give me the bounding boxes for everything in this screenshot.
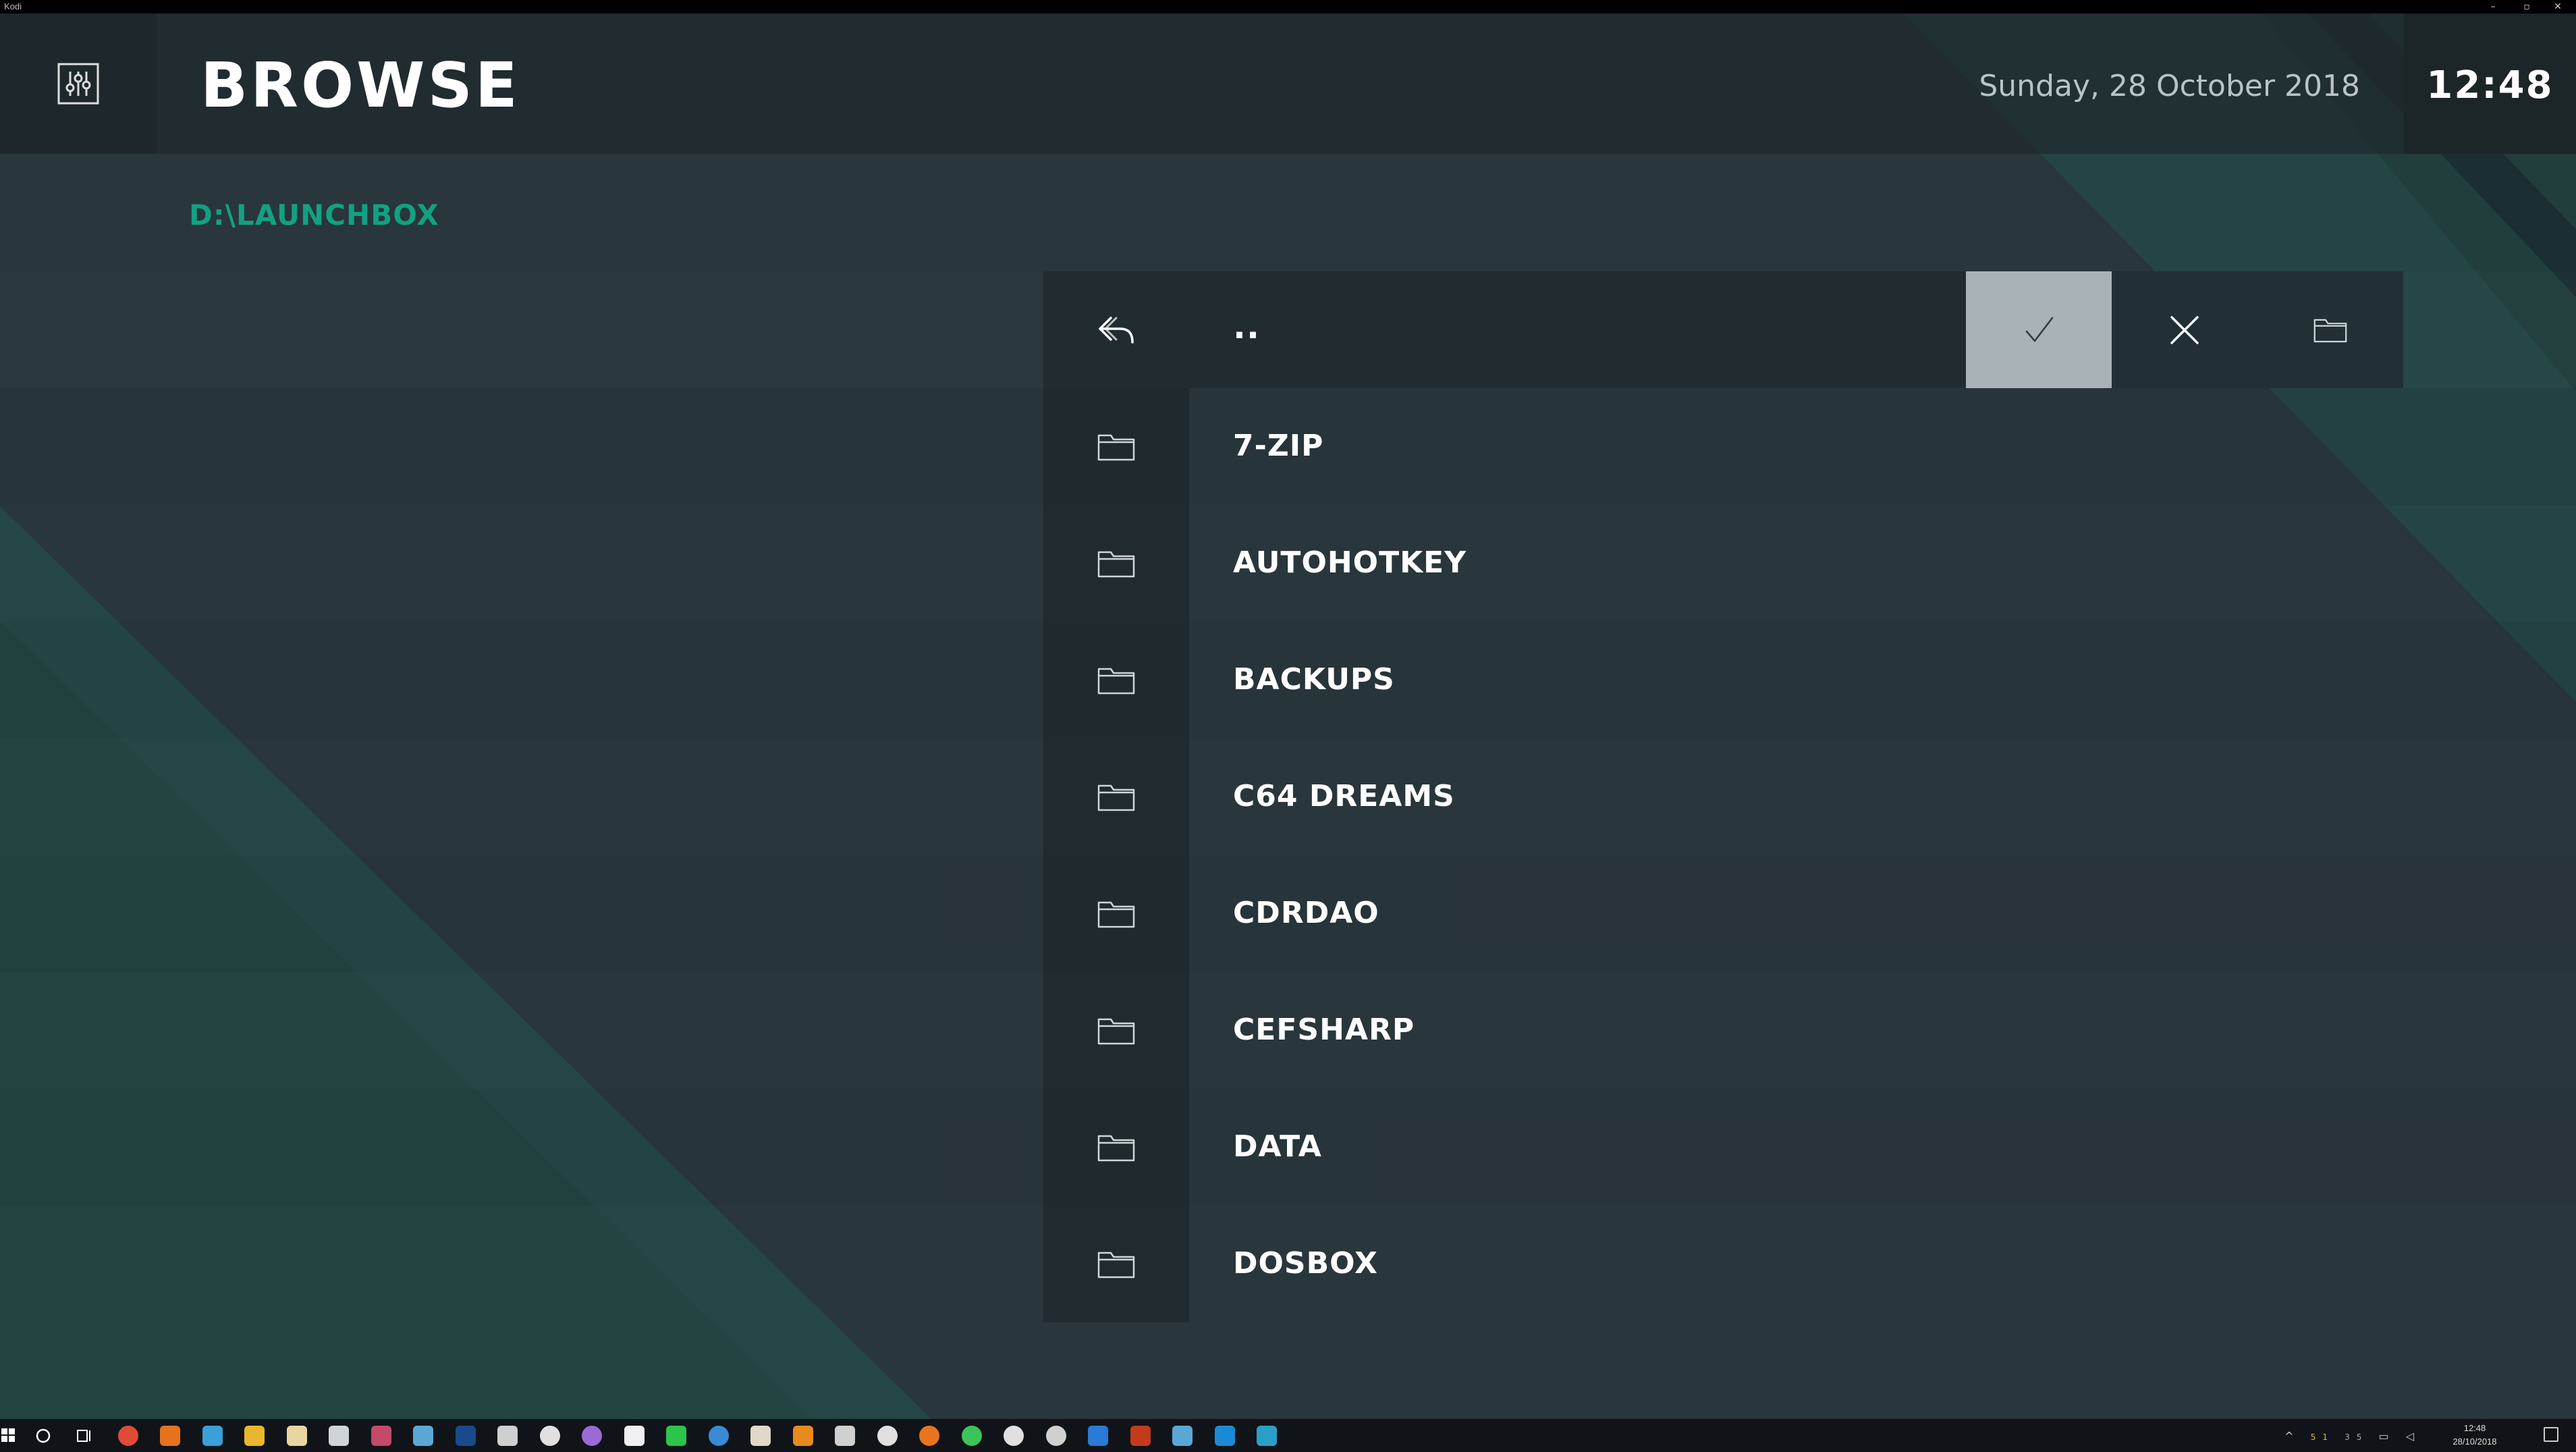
folder-row[interactable]: CDRDAO: [1043, 855, 2576, 972]
row-icon-cell: [1043, 505, 1189, 622]
folder-label: 7-ZIP: [1233, 429, 1324, 463]
app-icon[interactable]: [1004, 1426, 1024, 1446]
row-icon-cell: [1043, 972, 1189, 1089]
app-icon[interactable]: [456, 1426, 476, 1446]
taskbar: ^ 51 35 ▭ ◁ 12:48 28/10/2018: [0, 1419, 2576, 1452]
app-icon[interactable]: [793, 1426, 813, 1446]
row-icon-cell: [1043, 388, 1189, 505]
mail-icon[interactable]: [329, 1426, 349, 1446]
row-icon-cell: [1043, 1089, 1189, 1206]
folder-row[interactable]: CEFSHARP: [1043, 972, 2576, 1089]
steam-icon[interactable]: [1172, 1426, 1193, 1446]
folder-label: AUTOHOTKEY: [1233, 545, 1467, 580]
checkmark-icon: [2025, 317, 2054, 342]
folder-icon: [1097, 551, 1135, 577]
window-minimize-button[interactable]: –: [2477, 0, 2509, 14]
chevron-up-icon[interactable]: ^: [2284, 1430, 2300, 1443]
app-icon[interactable]: [371, 1426, 391, 1446]
row-icon-cell: [1043, 1206, 1189, 1322]
folder-row[interactable]: AUTOHOTKEY: [1043, 505, 2576, 622]
sync-icon[interactable]: [877, 1426, 898, 1446]
store-icon[interactable]: [287, 1426, 307, 1446]
task-view-icon[interactable]: [76, 1428, 93, 1443]
tray-clock[interactable]: 12:48 28/10/2018: [2434, 1422, 2515, 1449]
notifications-icon[interactable]: [2544, 1427, 2558, 1442]
window-close-button[interactable]: ✕: [2542, 0, 2573, 14]
app-icon[interactable]: [540, 1426, 560, 1446]
app-icon[interactable]: [1046, 1426, 1066, 1446]
back-arrow-icon: [1099, 316, 1134, 344]
folder-icon: [2313, 319, 2347, 342]
folder-icon: [1097, 1135, 1135, 1161]
folder-label: BACKUPS: [1233, 662, 1395, 697]
row-icon-cell: [1043, 271, 1189, 388]
app-icon[interactable]: [497, 1426, 518, 1446]
app-icon[interactable]: [750, 1426, 771, 1446]
folder-row[interactable]: BACKUPS: [1043, 622, 2576, 738]
volume-icon[interactable]: ◁: [2406, 1430, 2421, 1443]
folder-row[interactable]: DOSBOX: [1043, 1206, 2576, 1322]
file-explorer-icon[interactable]: [244, 1426, 265, 1446]
steam-icon[interactable]: [413, 1426, 433, 1446]
dialog-actions: [1966, 271, 2403, 388]
tray-counter: 51: [2310, 1432, 2334, 1442]
cancel-button[interactable]: [2112, 271, 2257, 388]
parent-folder-label: ..: [1233, 307, 1260, 346]
folder-icon: [1097, 1252, 1135, 1278]
network-icon[interactable]: ▭: [2378, 1430, 2395, 1443]
close-icon: [2170, 315, 2199, 344]
folder-row[interactable]: 7-ZIP: [1043, 388, 2576, 505]
folder-label: C64 DREAMS: [1233, 779, 1455, 813]
chrome-icon[interactable]: [118, 1426, 138, 1446]
kodi-app: BROWSE Sunday, 28 October 2018 12:48 D:\…: [0, 14, 2576, 1419]
window-maximize-button[interactable]: ▫: [2511, 0, 2542, 14]
settings-menu-button[interactable]: [0, 14, 157, 154]
app-icon[interactable]: [1130, 1426, 1151, 1446]
app-icon[interactable]: [160, 1426, 180, 1446]
system-tray-icons[interactable]: ^ 51 35 ▭ ◁: [2284, 1430, 2421, 1443]
window-titlebar: Kodi – ▫ ✕: [0, 0, 2576, 14]
header: BROWSE Sunday, 28 October 2018 12:48: [0, 14, 2576, 154]
app-icon[interactable]: [666, 1426, 686, 1446]
folder-list: .. 7-ZIP AUTOHOTKEY BACKUPS C64 DREAMS C…: [1043, 271, 2576, 1322]
app-icon[interactable]: [835, 1426, 855, 1446]
current-path: D:\LAUNCHBOX: [189, 198, 439, 232]
row-icon-cell: [1043, 622, 1189, 738]
whatsapp-icon[interactable]: [962, 1426, 982, 1446]
app-icon[interactable]: [624, 1426, 645, 1446]
folder-icon: [1097, 901, 1135, 927]
app-icon[interactable]: [202, 1426, 223, 1446]
folder-row[interactable]: C64 DREAMS: [1043, 738, 2576, 855]
app-icon[interactable]: [1088, 1426, 1108, 1446]
search-icon[interactable]: [35, 1428, 51, 1444]
windows-start-icon[interactable]: [0, 1427, 16, 1443]
folder-icon: [1097, 668, 1135, 694]
folder-icon: [1097, 1018, 1135, 1044]
settings-sliders-icon: [57, 63, 99, 105]
ok-button[interactable]: [1966, 271, 2112, 388]
folder-label: DATA: [1233, 1129, 1322, 1164]
folder-icon: [1097, 784, 1135, 811]
edge-icon[interactable]: [1215, 1426, 1235, 1446]
date-display: Sunday, 28 October 2018: [1979, 69, 2360, 103]
row-icon-cell: [1043, 738, 1189, 855]
tray-counter: 35: [2345, 1432, 2369, 1442]
window-title: Kodi: [4, 1, 22, 11]
tray-date: 28/10/2018: [2452, 1436, 2497, 1447]
app-icon[interactable]: [582, 1426, 602, 1446]
kodi-icon[interactable]: [1257, 1426, 1277, 1446]
page-title: BROWSE: [200, 49, 520, 122]
folder-label: DOSBOX: [1233, 1246, 1378, 1281]
folder-label: CEFSHARP: [1233, 1013, 1415, 1047]
folder-row[interactable]: DATA: [1043, 1089, 2576, 1206]
clock-panel: 12:48: [2404, 14, 2576, 154]
row-icon-cell: [1043, 855, 1189, 972]
tray-time: 12:48: [2463, 1423, 2486, 1433]
app-icon[interactable]: [919, 1426, 939, 1446]
folder-icon: [1097, 434, 1135, 460]
clock-display: 12:48: [2426, 63, 2554, 107]
app-icon[interactable]: [709, 1426, 729, 1446]
new-folder-button[interactable]: [2257, 271, 2403, 388]
folder-label: CDRDAO: [1233, 896, 1379, 930]
